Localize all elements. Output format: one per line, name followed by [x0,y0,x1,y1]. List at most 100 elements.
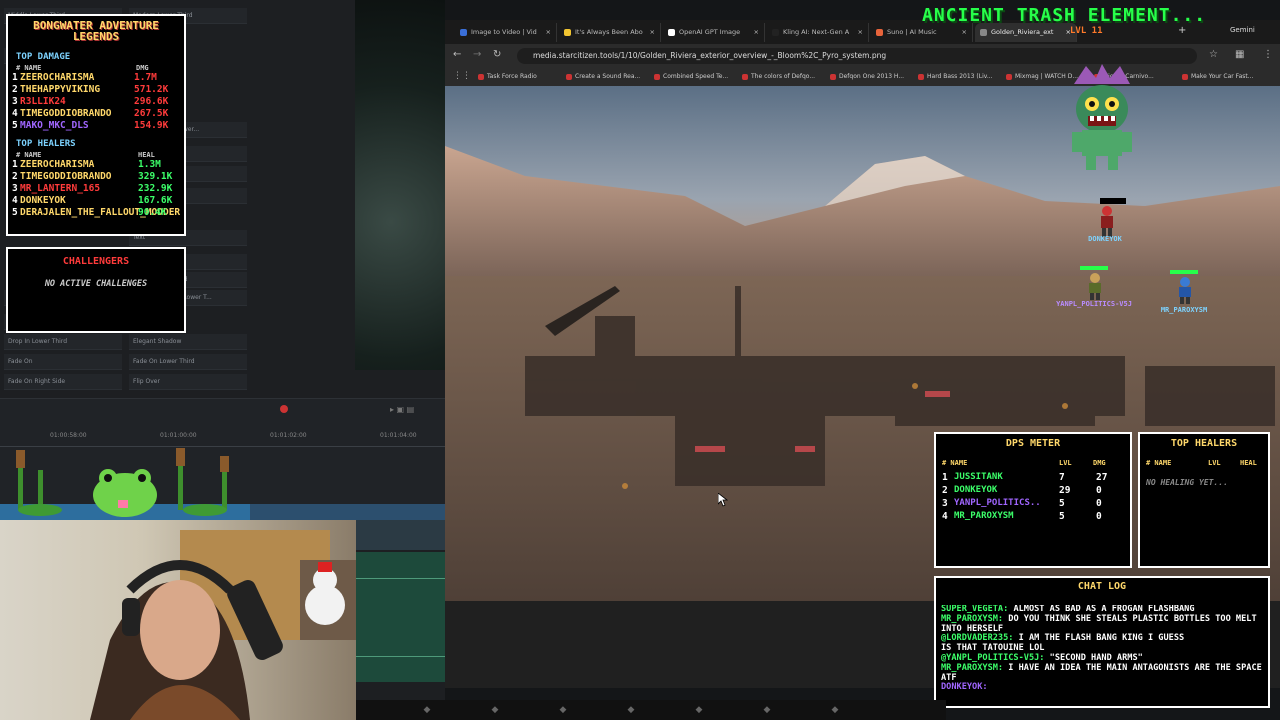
dps-title: DPS METER [1005,438,1061,449]
media-icon[interactable]: ◆ [422,705,432,715]
fairlight-icon[interactable]: ◆ [762,705,772,715]
bookmark-favicon-icon [742,74,748,80]
forward-icon[interactable]: → [473,49,481,60]
edit-icon[interactable]: ◆ [558,705,568,715]
damage-value: 267.5K [134,108,169,119]
damage-name: ZEEROCHARISMA [20,72,95,83]
dps-name: DONKEYOK [954,485,998,495]
video-track-thumb[interactable] [356,520,445,550]
player-sprite [1096,205,1118,237]
extensions-icon[interactable]: ▦ [1235,49,1244,60]
top-healers-panel: TOP HEALERS # NAME LVL HEAL NO HEALING Y… [1138,432,1270,568]
chat-text: ALMOST AS BAD AS A FROGAN FLASHBANG [1008,605,1195,614]
top-damage-title: TOP DAMAGE [16,52,71,62]
chat-message: MR_PAROXYSM: DO YOU THINK SHE STEALS PLA… [941,614,1263,635]
tab-close-icon[interactable]: × [858,23,863,42]
tab-title: Suno | AI Music [887,28,937,36]
bookmark-favicon-icon [478,74,484,80]
bookmark-item[interactable]: Defqon One 2013 H... [829,68,904,86]
dps-rank: 4 [942,511,948,522]
color-icon[interactable]: ◆ [694,705,704,715]
healer-value: 167.6K [138,195,173,206]
browser-tab[interactable]: OpenAI GPT Image × [663,23,765,42]
browser-tab[interactable]: Image to Video | Vid × [455,23,557,42]
effect-item[interactable]: Fade On [4,354,122,370]
cut-icon[interactable]: ◆ [490,705,500,715]
chat-text: IS THAT TATOUINE LOL [941,643,1045,654]
bookmark-label: The colors of Defqo... [751,73,816,80]
chat-username: SUPER_VEGETA: [941,605,1009,614]
effect-item[interactable]: Drop In Lower Third [4,334,122,350]
dps-rank: 1 [942,472,948,483]
editor-page-dock: ◆ ◆ ◆ ◆ ◆ ◆ ◆ [356,700,946,720]
tab-close-icon[interactable]: × [754,23,759,42]
effect-item[interactable]: Fade On Lower Third [129,354,247,370]
damage-header-value: DMG [136,64,149,72]
bookmark-label: Hard Bass 2013 (Liv... [927,73,993,80]
player-health-bar [1170,270,1198,274]
browser-tab[interactable]: It's Always Been Abo × [559,23,661,42]
damage-value: 1.7M [134,72,157,83]
reload-icon[interactable]: ↻ [493,49,501,60]
timeline-tools-icon[interactable]: ▸ ▣ ▤ [390,405,430,415]
apps-icon[interactable]: ⋮⋮ [453,71,471,81]
bookmark-item[interactable]: Task Force Radio [477,68,537,86]
back-icon[interactable]: ← [453,49,461,60]
tab-title: Image to Video | Vid [471,28,537,36]
chat-username: DONKEYOK: [941,682,988,693]
damage-rank: 5 [12,120,18,131]
player-name: DONKEYOK [1088,235,1122,243]
damage-rank: 4 [12,108,18,119]
player-health-bar [1080,266,1108,270]
damage-name: MAKO_MKC_DLS [20,120,89,131]
tab-favicon-icon [772,29,779,36]
audio-track-clip[interactable] [356,552,445,682]
dps-damage: 27 [1096,472,1108,483]
healer-value: 1.3M [138,159,161,170]
bookmark-item[interactable]: Combined Speed Te... [653,68,728,86]
dps-rank: 3 [942,498,948,509]
dps-damage: 0 [1096,485,1102,496]
effect-item[interactable]: Flip Over [129,374,247,390]
playhead-marker[interactable] [280,405,288,413]
player-name: MR_PAROXYSM [1160,306,1208,314]
boss-sprite [1066,64,1138,170]
mouse-cursor-icon [717,492,729,507]
bookmark-item[interactable]: The colors of Defqo... [741,68,815,86]
bookmark-item[interactable]: Create a Sound Rea... [565,68,640,86]
bookmark-favicon-icon [918,74,924,80]
dps-damage: 0 [1096,511,1102,522]
deliver-icon[interactable]: ◆ [830,705,840,715]
bookmark-favicon-icon [1182,74,1188,80]
address-bar-input[interactable]: media.starcitizen.tools/1/10/Golden_Rivi… [517,48,1197,64]
damage-name: THEHAPPYVIKING [20,84,101,95]
damage-header-name: # NAME [16,64,42,72]
effect-item[interactable]: Elegant Shadow [129,334,247,350]
tab-close-icon[interactable]: × [650,23,655,42]
bookmark-item[interactable]: Hard Bass 2013 (Liv... [917,68,993,86]
dps-damage: 0 [1096,498,1102,509]
bookmark-star-icon[interactable]: ☆ [1209,49,1218,60]
chat-username: MR_PAROXYSM: [941,662,1004,673]
dps-name: MR_PAROXYSM [954,511,1014,521]
tab-favicon-icon [668,29,675,36]
fusion-icon[interactable]: ◆ [626,705,636,715]
tab-close-icon[interactable]: × [546,23,551,42]
dps-name: JUSSITANK [954,472,1003,482]
tab-favicon-icon [876,29,883,36]
tab-title: OpenAI GPT Image [679,28,741,36]
chat-text: I AM THE FLASH BANG KING I GUESS [1013,633,1185,644]
dps-name: YANPL_POLITICS.. [954,498,1041,508]
healer-name: MR_LANTERN_165 [20,183,101,194]
tab-favicon-icon [460,29,467,36]
ruler-timecode: 01:01:04:00 [380,432,417,439]
dps-header-name: # NAME [942,459,968,467]
healer-name: DONKEYOK [20,195,66,206]
bookmark-item[interactable]: Make Your Car Fast... [1181,68,1253,86]
player-sprite [1084,272,1106,300]
damage-value: 571.2K [134,84,169,95]
menu-icon[interactable]: ⋮ [1263,49,1273,60]
browser-tab[interactable]: Kling AI: Next-Gen A × [767,23,869,42]
healer-name: TIMEGODDIOBRANDO [20,171,112,182]
effect-item[interactable]: Fade On Right Side [4,374,122,390]
